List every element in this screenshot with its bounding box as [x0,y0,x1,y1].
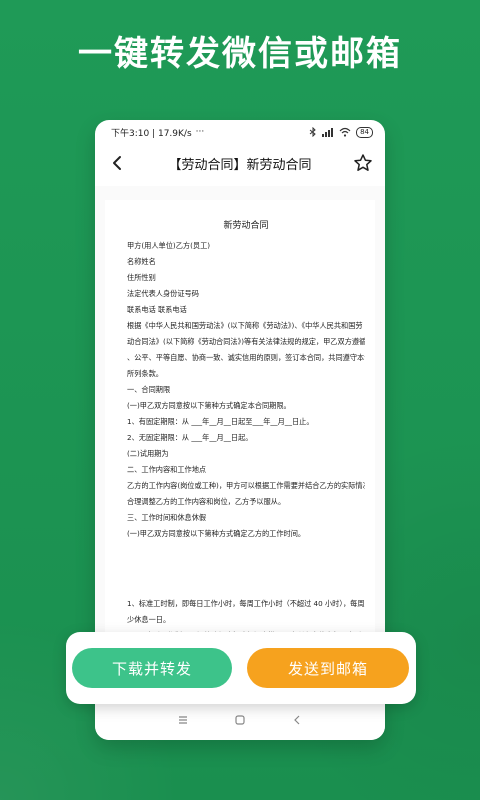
status-bar: 下午3:10 | 17.9K/s ··· 84 [95,120,385,144]
document-line: 三、工作时间和休息休假 [127,513,207,522]
promo-headline: 一键转发微信或邮箱 [78,34,402,74]
document-line: 一、合同期限 [127,385,171,394]
status-time-speed: 下午3:10 | 17.9K/s [111,128,192,139]
document-line: 名称姓名 [127,257,156,266]
document-line: 乙方的工作内容(岗位或工种)，甲方可以根据工作需要并结合乙方的实际情况 [127,481,365,490]
battery-indicator: 84 [356,126,373,138]
menu-icon[interactable] [176,713,190,727]
document-viewer[interactable]: 新劳动合同 甲方(用人单位)乙方(员工) 名称姓名住所性别法定代表人身份证号码 联系… [95,186,385,700]
home-icon[interactable] [233,713,247,727]
document-line: (一)甲乙双方同意按以下第种方式确定本合同期限。 [127,401,291,410]
document-line: 1、有固定期限：从 ___年__月__日起至___年__月__日止。 [127,417,314,426]
document-line: (二)试用期为 [127,449,169,458]
title-bar: 【劳动合同】新劳动合同 [95,148,385,178]
page-title: 【劳动合同】新劳动合同 [168,157,312,173]
star-icon[interactable] [353,153,373,173]
document-line: 2、无固定期限：从 ___年__月__日起。 [127,433,253,442]
action-card: 下载并转发 发送到邮箱 [66,632,416,704]
document-line: 动合同法》(以下简称《劳动合同法》)等有关法律法规的规定，甲乙双方遵循合法 [127,337,365,346]
back-arrow-icon[interactable] [109,154,127,172]
bluetooth-icon [309,127,316,137]
document-line: 联系电话 联系电话 [127,305,187,314]
document-line: 合理调整乙方的工作内容和岗位，乙方予以服从。 [127,497,286,506]
wifi-icon [339,127,351,137]
document-line: 1、标准工时制，即每日工作小时，每周工作小时（不超过 40 小时），每周至 [127,599,365,608]
download-forward-button[interactable]: 下载并转发 [72,648,232,688]
document-line: 、公平、平等自愿、协商一致、诚实信用的原则，签订本合同，共同遵守本合同 [127,353,365,362]
document-title: 新劳动合同 [223,221,269,231]
signal-icon [322,128,334,137]
document-line: 所列条款。 [127,369,163,378]
system-nav-bar [95,700,385,740]
nav-back-icon[interactable] [290,713,304,727]
document-line: (一)甲乙双方同意按以下第种方式确定乙方的工作时间。 [127,529,306,538]
send-email-button[interactable]: 发送到邮箱 [247,648,409,688]
document-line: 住所性别 [127,273,156,282]
document-page: 新劳动合同 甲方(用人单位)乙方(员工) 名称姓名住所性别法定代表人身份证号码 联系… [105,200,375,700]
document-line: 少休息一日。 [127,615,171,624]
status-more: ··· [195,127,205,137]
document-line: 甲方(用人单位)乙方(员工) [127,241,211,250]
document-line: 根据《中华人民共和国劳动法》(以下简称《劳动法》)、《中华人民共和国劳 [127,321,363,330]
document-line: 法定代表人身份证号码 [127,289,199,298]
document-line: 二、工作内容和工作地点 [127,465,207,474]
